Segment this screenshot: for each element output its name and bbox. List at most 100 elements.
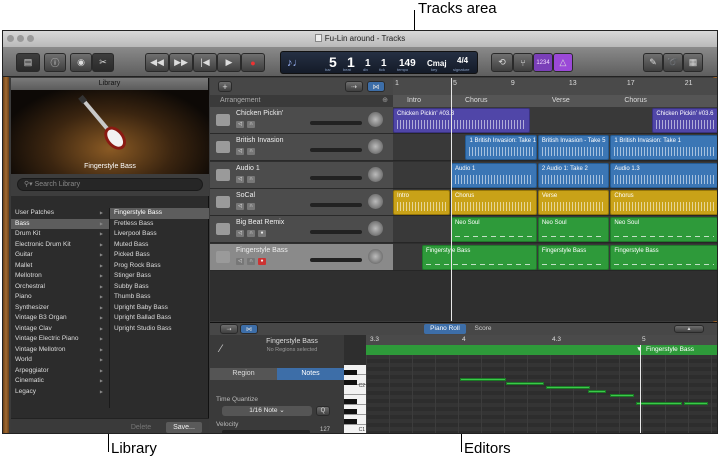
track-volume-slider[interactable] [310,121,362,125]
library-button[interactable]: ▤ [16,53,40,72]
solo-button[interactable]: ∩ [247,202,255,210]
editor-zoom-slider[interactable]: ▲ [674,325,704,333]
media-browser-button[interactable]: ▦ [683,53,703,72]
library-category-item[interactable]: Bass [11,218,109,229]
fast-forward-button[interactable]: ▶▶ [169,53,193,72]
midi-note[interactable] [610,394,634,397]
track-region[interactable]: Verse [537,189,610,215]
add-track-button[interactable]: + [218,81,232,92]
quick-help-button[interactable]: ⓘ [44,53,66,72]
mute-button[interactable]: ◁ [236,230,244,238]
library-category-item[interactable]: Mallet [11,261,109,272]
library-category-item[interactable]: Piano [11,292,109,303]
library-category-item[interactable]: World [11,355,109,366]
solo-button[interactable]: ∩ [247,121,255,128]
mute-button[interactable]: ◁ [236,148,244,156]
track-region[interactable]: British Invasion - Take 5 [537,135,610,161]
count-in-button[interactable]: 1234 [533,53,553,72]
metronome-button[interactable]: △ [553,53,573,72]
library-category-item[interactable]: Drum Kit [11,229,109,240]
close-window-button[interactable] [7,35,14,42]
record-button[interactable]: ● [241,53,265,72]
track-pan-knob[interactable] [368,139,383,155]
track-header[interactable]: Audio 1 ◁ ∩ [210,161,393,189]
midi-note[interactable] [636,402,682,405]
time-quantize-select[interactable]: 1/16 Note ⌄ [222,406,312,416]
track-region[interactable]: Chicken Pickin' #03.3 [393,108,530,133]
library-patch-item[interactable]: Liverpool Bass [110,229,209,240]
library-category-item[interactable]: Legacy [11,387,109,398]
black-key[interactable] [344,380,357,385]
track-header[interactable]: Big Beat Remix ◁ ∩ ● [210,216,393,244]
catch-playhead-button[interactable]: ⇢ [345,81,363,92]
library-category-item[interactable]: Orchestral [11,282,109,293]
track-volume-slider[interactable] [310,257,362,262]
lcd-display[interactable]: ♪♩ 5 1 1 1 149 Cmaj 4/4 bar beat div tic… [280,51,478,74]
track-region[interactable]: Neo Soul [610,217,717,243]
track-lane[interactable]: Chicken Pickin' #03.3 Chicken Pickin' #03… [393,107,717,134]
add-section-icon[interactable]: ⊕ [382,95,388,107]
track-lane[interactable]: Intro Chorus Verse Chorus [393,188,717,216]
record-enable-button[interactable]: ● [258,230,266,238]
solo-button[interactable]: ∩ [247,230,255,238]
piano-roll[interactable]: 3.3 4 4.3 5 ▼Fingerstyle Bass [366,335,717,433]
track-region[interactable]: Chicken Pickin' #03.6 [652,108,717,133]
track-region[interactable]: Fingerstyle Bass [421,244,537,270]
editor-flex-button[interactable]: ⋈ [240,324,258,334]
track-region[interactable]: Neo Soul [450,217,537,243]
arrangement-section[interactable]: Chorus [465,97,488,104]
track-lane[interactable]: 1 British Invasion: Take 1 British Invasi… [393,134,717,162]
library-category-item[interactable]: User Patches [11,208,109,219]
tab-score[interactable]: Score [468,324,498,334]
track-volume-slider[interactable] [310,230,362,235]
mute-button[interactable]: ◁ [236,175,244,183]
rewind-button[interactable]: ◀◀ [145,53,169,72]
track-region[interactable]: Intro [393,189,450,215]
track-lane[interactable]: Audio 1 2 Audio 1: Take 2 Audio 1.3 [393,161,717,189]
track-lane[interactable]: Fingerstyle Bass Fingerstyle Bass Fingerst… [393,243,717,271]
library-category-item[interactable]: Vintage B3 Organ [11,313,109,324]
record-enable-button[interactable]: ● [258,257,266,265]
cycle-button[interactable]: ⟲ [491,53,513,72]
black-key[interactable] [344,419,357,424]
track-region[interactable]: Neo Soul [537,217,610,243]
library-patch-item[interactable]: Thumb Bass [110,292,209,303]
mute-button[interactable]: ◁ [236,121,244,128]
editors-button[interactable]: ✂ [92,53,114,72]
track-region[interactable]: 1 British Invasion: Take 1 [610,135,717,161]
loop-browser-button[interactable]: ➰ [663,53,683,72]
library-patch-item[interactable]: Fretless Bass [110,219,209,230]
library-category-item[interactable]: Synthesizer [11,303,109,314]
track-header[interactable]: Fingerstyle Bass ◁ ∩ ● [210,243,393,271]
piano-keyboard[interactable]: C2 C1 [344,365,366,433]
arrangement-track[interactable]: Intro Chorus Verse Chorus [393,95,717,107]
track-region[interactable]: Chorus [450,189,537,215]
velocity-slider[interactable] [222,430,310,433]
track-region[interactable]: 1 British Invasion: Take 1 [465,135,537,161]
track-pan-knob[interactable] [368,166,383,182]
library-patch-item[interactable]: Fingerstyle Bass [110,208,209,219]
track-pan-knob[interactable] [368,112,383,127]
arrangement-section[interactable]: Chorus [624,97,647,104]
solo-button[interactable]: ∩ [247,257,255,265]
midi-note[interactable] [460,378,506,381]
library-patch-item[interactable]: Subby Bass [110,282,209,293]
library-category-item[interactable]: Vintage Mellotron [11,345,109,356]
mute-button[interactable]: ◁ [236,257,244,265]
library-category-item[interactable]: Mellotron [11,271,109,282]
flex-button[interactable]: ⋈ [367,81,385,92]
black-key[interactable] [344,399,357,404]
library-patch-item[interactable]: Stinger Bass [110,271,209,282]
zoom-window-button[interactable] [27,35,34,42]
piano-roll-region-bar[interactable]: ▼Fingerstyle Bass [366,345,717,355]
library-patch-item[interactable]: Upright Ballad Bass [110,313,209,324]
library-category-item[interactable]: Vintage Clav [11,324,109,335]
tab-notes[interactable]: Notes [277,368,344,380]
piano-roll-grid[interactable] [366,345,717,433]
midi-note[interactable] [588,390,606,393]
smart-controls-button[interactable]: ◉ [70,53,92,72]
black-key[interactable] [344,370,357,375]
library-search-input[interactable]: ⚲▾ Search Library [17,178,203,191]
midi-note[interactable] [506,382,544,385]
track-region[interactable]: 2 Audio 1: Take 2 [537,162,610,188]
